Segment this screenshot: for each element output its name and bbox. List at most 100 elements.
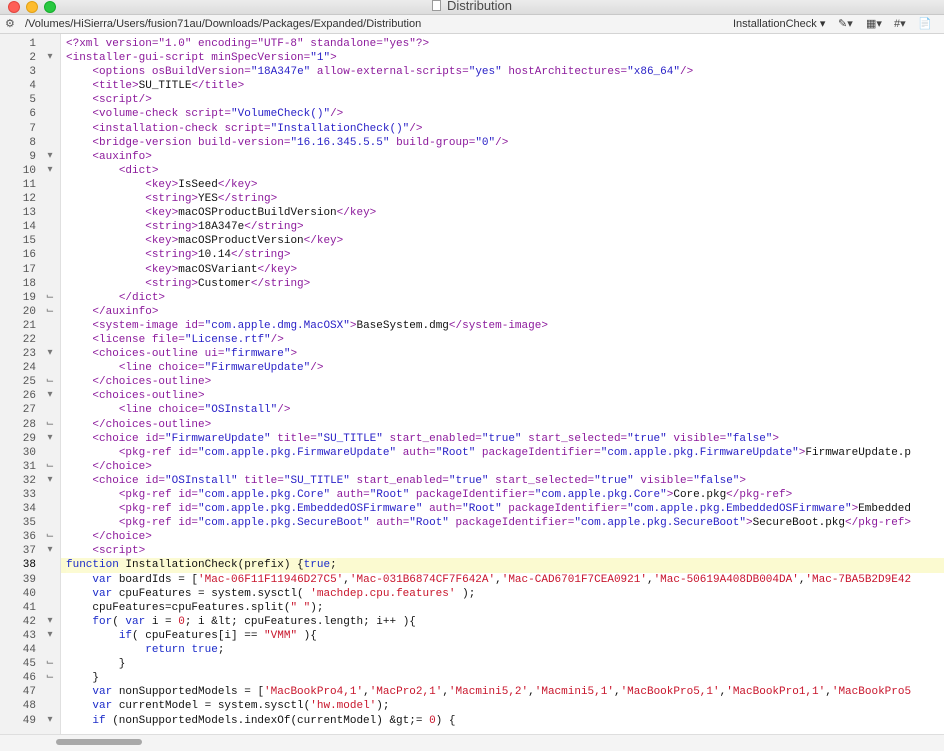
fold-toggle-icon[interactable]: ▾: [44, 474, 56, 488]
code-line[interactable]: 8 <bridge-version build-version="16.16.3…: [0, 136, 944, 150]
code-line[interactable]: 15 <key>macOSProductVersion</key>: [0, 234, 944, 248]
code-line[interactable]: 20 ⌙ </auxinfo>: [0, 305, 944, 319]
code-line[interactable]: 9 ▾ <auxinfo>: [0, 150, 944, 164]
code-line[interactable]: 2 ▾ <installer-gui-script minSpecVersion="…: [0, 51, 944, 65]
gear-icon[interactable]: ⚙: [5, 15, 15, 33]
code-token: />: [495, 136, 509, 149]
code-line[interactable]: 22 <license file="License.rtf"/>: [0, 333, 944, 347]
code-token: <line: [118, 404, 159, 417]
code-line[interactable]: 47 var nonSupportedModels = ['MacBookPro…: [0, 685, 944, 699]
code-line[interactable]: 29 ▾ <choice id="FirmwareUpdate" title="S…: [0, 432, 944, 446]
fold-toggle-icon[interactable]: ▾: [44, 629, 56, 643]
code-line[interactable]: 31 ⌙ </choice>: [0, 460, 944, 474]
fold-toggle-icon[interactable]: ▾: [44, 389, 56, 403]
code-line[interactable]: 35 <pkg-ref id="com.apple.pkg.SecureBoot…: [0, 516, 944, 530]
fold-toggle-icon[interactable]: ⌙: [44, 418, 56, 432]
code-line[interactable]: 27 <line choice="OSInstall"/>: [0, 403, 944, 417]
code-token: 0: [429, 714, 436, 727]
fold-toggle-icon[interactable]: ⌙: [44, 375, 56, 389]
code-token: "OSInstall": [204, 404, 278, 417]
fold-toggle-icon[interactable]: ⌙: [44, 671, 56, 685]
code-line[interactable]: 41 cpuFeatures=cpuFeatures.split(" ");: [0, 601, 944, 615]
code-token: "VolumeCheck()": [231, 108, 331, 121]
marker-menu-button[interactable]: ✎▾: [838, 15, 853, 33]
fold-toggle-icon[interactable]: ⌙: [44, 530, 56, 544]
code-line[interactable]: 40 var cpuFeatures = system.sysctl( 'mac…: [0, 587, 944, 601]
fold-toggle-icon[interactable]: ⌙: [44, 657, 56, 671]
code-line[interactable]: 48 var currentModel = system.sysctl('hw.…: [0, 699, 944, 713]
fold-toggle-icon[interactable]: ▾: [44, 544, 56, 558]
code-token: osBuildVersion=: [151, 66, 251, 79]
fold-toggle-icon[interactable]: ⌙: [44, 460, 56, 474]
fold-toggle-icon[interactable]: ▾: [44, 347, 56, 361]
code-token: <pkg-ref: [118, 446, 179, 459]
code-line[interactable]: 7 <installation-check script="Installati…: [0, 122, 944, 136]
fold-toggle-icon[interactable]: ▾: [44, 432, 56, 446]
code-line[interactable]: 21 <system-image id="com.apple.dmg.MacOS…: [0, 319, 944, 333]
code-editor[interactable]: 1 <?xml version="1.0" encoding="UTF-8" st…: [0, 34, 944, 734]
code-line[interactable]: 45 ⌙ }: [0, 657, 944, 671]
function-menu[interactable]: InstallationCheck ▾: [733, 15, 825, 33]
code-line[interactable]: 49 ▾ if (nonSupportedModels.indexOf(curre…: [0, 714, 944, 728]
fold-toggle-icon[interactable]: ▾: [44, 51, 56, 65]
code-line[interactable]: 36 ⌙ </choice>: [0, 530, 944, 544]
code-line[interactable]: 23 ▾ <choices-outline ui="firmware">: [0, 347, 944, 361]
code-token: build-group=: [389, 136, 476, 149]
code-line[interactable]: 25 ⌙ </choices-outline>: [0, 375, 944, 389]
document-icon[interactable]: [431, 0, 441, 11]
code-token: FirmwareUpdate.p: [805, 446, 912, 459]
fold-toggle-icon[interactable]: ⌙: [44, 291, 56, 305]
counter-menu-button[interactable]: ▦▾: [866, 15, 882, 33]
code-line[interactable]: 12 <string>YES</string>: [0, 192, 944, 206]
code-token: "FirmwareUpdate": [165, 432, 271, 445]
code-line[interactable]: 13 <key>macOSProductBuildVersion</key>: [0, 206, 944, 220]
code-line[interactable]: 17 <key>macOSVariant</key>: [0, 263, 944, 277]
code-line[interactable]: 39 var boardIds = ['Mac-06F11F11946D27C5…: [0, 573, 944, 587]
line-number: 47: [22, 686, 36, 699]
code-line[interactable]: 24 <line choice="FirmwareUpdate"/>: [0, 361, 944, 375]
code-line[interactable]: 30 <pkg-ref id="com.apple.pkg.FirmwareUp…: [0, 446, 944, 460]
fold-toggle-icon[interactable]: ▾: [44, 164, 56, 178]
code-line[interactable]: 42 ▾ for( var i = 0; i &lt; cpuFeatures.l…: [0, 615, 944, 629]
code-line[interactable]: 11 <key>IsSeed</key>: [0, 178, 944, 192]
fold-toggle-icon[interactable]: ▾: [44, 150, 56, 164]
code-line[interactable]: 46 ⌙ }: [0, 671, 944, 685]
line-number: 19: [22, 291, 36, 304]
code-line[interactable]: 1 <?xml version="1.0" encoding="UTF-8" st…: [0, 37, 944, 51]
fold-toggle-icon[interactable]: ⌙: [44, 305, 56, 319]
code-line[interactable]: 32 ▾ <choice id="OSInstall" title="SU_TIT…: [0, 474, 944, 488]
code-line[interactable]: 19 ⌙ </dict>: [0, 291, 944, 305]
fold-toggle-icon[interactable]: ▾: [44, 615, 56, 629]
code-line[interactable]: 16 <string>10.14</string>: [0, 248, 944, 262]
code-line[interactable]: 6 <volume-check script="VolumeCheck()"/>: [0, 107, 944, 121]
fold-toggle-icon[interactable]: ▾: [44, 714, 56, 728]
current-code-line[interactable]: 38 function InstallationCheck(prefix) {tr…: [0, 558, 944, 573]
code-line[interactable]: 44 return true;: [0, 643, 944, 657]
code-line[interactable]: 14 <string>18A347e</string>: [0, 220, 944, 234]
code-token: </auxinfo>: [92, 305, 159, 318]
code-line[interactable]: 3 <options osBuildVersion="18A347e" allo…: [0, 65, 944, 79]
file-path[interactable]: /Volumes/HiSierra/Users/fusion71au/Downl…: [25, 15, 421, 33]
code-line[interactable]: 43 ▾ if( cpuFeatures[i] == "VMM" ){: [0, 629, 944, 643]
code-token: <string>: [145, 221, 199, 234]
code-line[interactable]: 10 ▾ <dict>: [0, 164, 944, 178]
code-token: </key>: [303, 235, 344, 248]
code-token: "16.16.345.5.5": [290, 136, 390, 149]
bookmark-menu-button[interactable]: #▾: [894, 15, 906, 33]
code-token: </string>: [217, 193, 278, 206]
code-line[interactable]: 33 <pkg-ref id="com.apple.pkg.Core" auth…: [0, 488, 944, 502]
code-token: </choice>: [92, 460, 152, 473]
code-line[interactable]: 34 <pkg-ref id="com.apple.pkg.EmbeddedOS…: [0, 502, 944, 516]
document-info-icon[interactable]: 📄: [918, 15, 932, 33]
code-line[interactable]: 4 <title>SU_TITLE</title>: [0, 79, 944, 93]
code-line[interactable]: 28 ⌙ </choices-outline>: [0, 418, 944, 432]
code-token: />: [277, 404, 291, 417]
code-line[interactable]: 5 <script/>: [0, 93, 944, 107]
horizontal-scrollbar-thumb[interactable]: [56, 739, 142, 745]
code-text: return true;: [66, 643, 224, 657]
code-line[interactable]: 18 <string>Customer</string>: [0, 277, 944, 291]
code-line[interactable]: 37 ▾ <script>: [0, 544, 944, 558]
code-line[interactable]: 26 ▾ <choices-outline>: [0, 389, 944, 403]
horizontal-scrollbar[interactable]: [0, 734, 944, 751]
